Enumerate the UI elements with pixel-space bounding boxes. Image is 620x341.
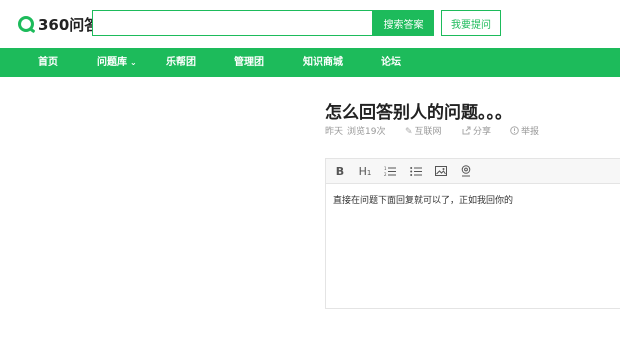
answer-editor[interactable]: B H1 12 直接在问题下面回复就可以了，正如我回你的 [325, 158, 620, 309]
nav-item-label: 问题库 [97, 57, 127, 68]
share-label: 分享 [473, 127, 492, 137]
report-link[interactable]: 举报 [510, 126, 539, 138]
nav-item-home[interactable]: 首页 [38, 48, 58, 77]
nav-item-label: 论坛 [381, 57, 401, 68]
heading-icon[interactable]: H1 [357, 164, 373, 178]
nav-item-label: 管理团 [234, 57, 264, 68]
question-views: 浏览19次 [347, 127, 386, 137]
top-bar: 360问答 搜索答案 我要提问 [0, 0, 620, 48]
ask-question-button[interactable]: 我要提问 [441, 10, 501, 36]
svg-text:2: 2 [384, 172, 387, 177]
share-link[interactable]: 分享 [462, 126, 491, 138]
logo[interactable]: 360问答 [18, 13, 99, 35]
report-label: 举报 [521, 127, 540, 137]
nav-item-knowledge-mall[interactable]: 知识商城 [303, 48, 343, 77]
main-nav: 首页 问题库 ⌄ 乐帮团 管理团 知识商城 论坛 [0, 48, 620, 77]
nav-item-label: 知识商城 [303, 57, 343, 68]
unordered-list-icon[interactable] [408, 164, 424, 178]
search-input[interactable] [92, 10, 373, 36]
search-button[interactable]: 搜索答案 [373, 10, 434, 36]
nav-item-lebang[interactable]: 乐帮团 [166, 48, 196, 77]
question-title: 怎么回答别人的问题。。。 [325, 103, 512, 123]
svg-text:1: 1 [384, 166, 387, 171]
pencil-icon: ✎ [405, 127, 413, 137]
editor-toolbar: B H1 12 [326, 159, 620, 184]
logo-text: 360问答 [38, 15, 100, 34]
category-label: 互联网 [414, 127, 442, 137]
location-icon[interactable] [458, 164, 474, 178]
category-link[interactable]: ✎ 互联网 [405, 126, 442, 138]
image-icon[interactable] [433, 164, 449, 178]
editor-content[interactable]: 直接在问题下面回复就可以了，正如我回你的 [333, 193, 513, 206]
logo-icon [18, 16, 34, 32]
question-time: 昨天 [325, 127, 344, 137]
nav-item-management[interactable]: 管理团 [234, 48, 264, 77]
bold-icon[interactable]: B [332, 164, 348, 178]
nav-item-label: 乐帮团 [166, 57, 196, 68]
chevron-down-icon: ⌄ [130, 58, 137, 67]
ordered-list-icon[interactable]: 12 [382, 164, 398, 178]
nav-item-label: 首页 [38, 57, 58, 68]
alert-icon [510, 126, 519, 138]
nav-item-question-library[interactable]: 问题库 ⌄ [97, 48, 137, 77]
nav-item-forum[interactable]: 论坛 [381, 48, 401, 77]
share-icon [462, 126, 471, 138]
